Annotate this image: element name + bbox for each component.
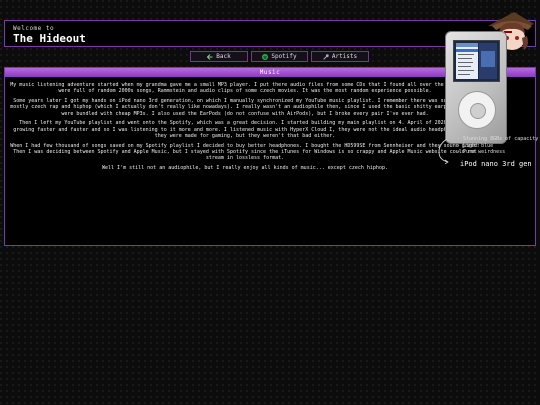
- back-button[interactable]: Back: [190, 51, 248, 62]
- feature-capacity: - Stunning 8GBs of capacity: [457, 136, 539, 142]
- ipod-click-wheel: [458, 91, 496, 129]
- music-text: My music listening adventure started whe…: [9, 82, 481, 175]
- ipod-screen: [453, 40, 500, 82]
- ipod-features: - Stunning 8GBs of capacity - Light blue…: [453, 136, 538, 156]
- feature-weirdness: - Pure weirdness: [457, 149, 506, 155]
- curved-arrow-icon: [438, 138, 449, 164]
- spotify-button[interactable]: Spotify: [251, 51, 308, 62]
- microphone-icon: [323, 53, 329, 60]
- paragraph-ipod: Some years later I got my hands on iPod …: [10, 98, 480, 117]
- back-button-label: Back: [216, 53, 231, 60]
- artists-button[interactable]: Artists: [311, 51, 369, 62]
- ipod-image: [445, 31, 507, 144]
- paragraph-headphones: When I had few thousand of songs saved o…: [10, 142, 480, 162]
- ipod-label: iPod nano 3rd gen: [460, 160, 532, 168]
- paragraph-conclusion: Well I'm still not an audiophile, but I …: [102, 165, 388, 172]
- ipod-center-button: [470, 103, 486, 119]
- paragraph-spotify: Then I left my YouTube playlist and went…: [13, 120, 477, 140]
- site-title: The Hideout: [13, 32, 86, 45]
- spotify-icon: [262, 53, 269, 60]
- artists-button-label: Artists: [331, 53, 358, 60]
- spotify-button-label: Spotify: [271, 53, 297, 60]
- back-arrow-icon: [207, 53, 213, 60]
- paragraph-mp3: My music listening adventure started whe…: [10, 82, 480, 95]
- navigation-bar: Back Spotify Artists: [190, 51, 369, 62]
- welcome-text: Welcome to: [13, 25, 55, 32]
